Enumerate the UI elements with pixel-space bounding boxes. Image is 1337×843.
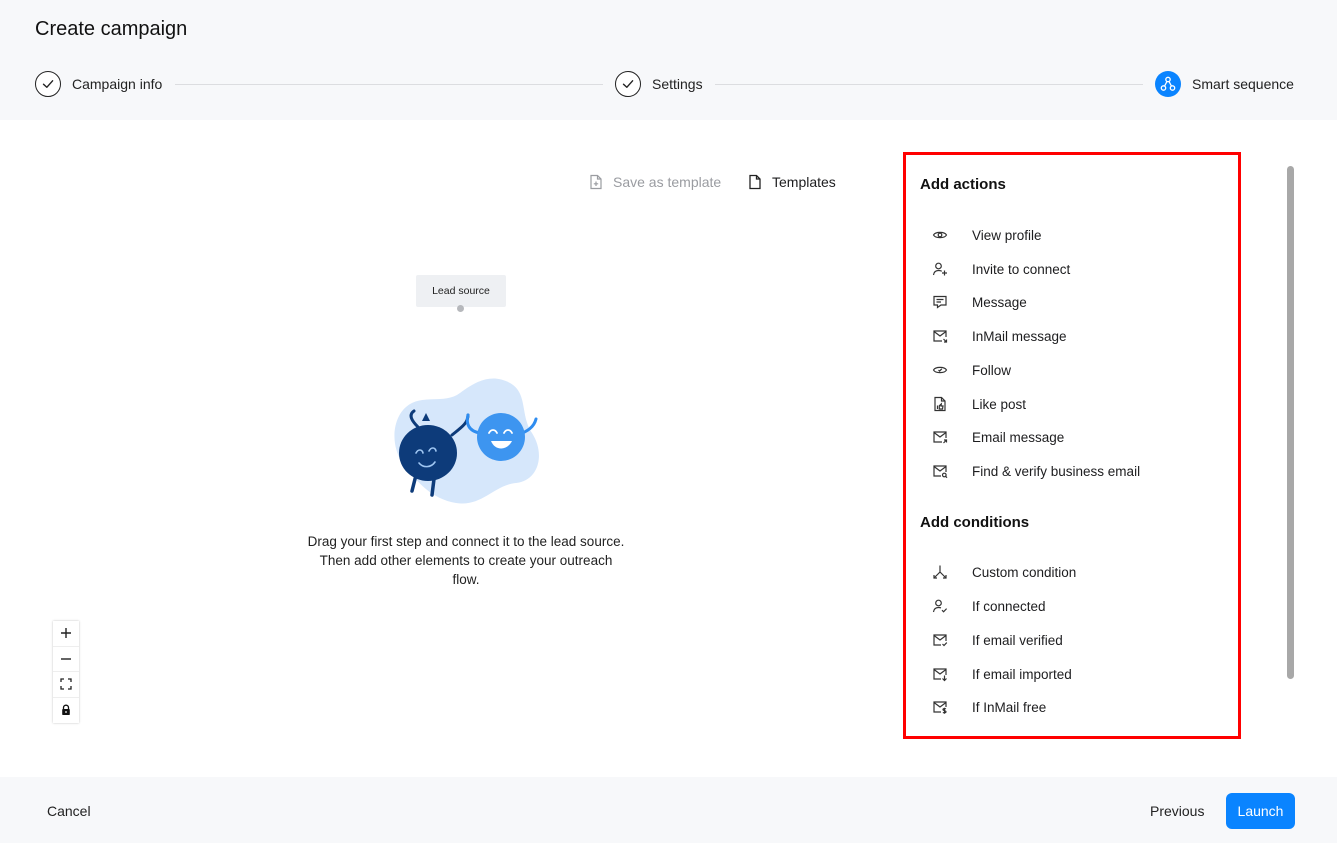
step-smart-sequence[interactable]: Smart sequence (1155, 71, 1294, 97)
action-label: Follow (972, 362, 1012, 378)
action-label: Message (972, 294, 1027, 310)
action-follow[interactable]: Follow (931, 360, 1011, 380)
empty-state-illustration (388, 375, 548, 510)
empty-state-message: Drag your first step and connect it to t… (307, 534, 625, 587)
action-view-profile[interactable]: View profile (931, 225, 1042, 245)
zoom-out-button[interactable] (53, 646, 79, 672)
actions-panel: Add actions View profile Invite to conne… (903, 152, 1241, 739)
condition-label: If connected (972, 598, 1046, 614)
templates-button[interactable]: Templates (748, 174, 836, 190)
action-label: InMail message (972, 328, 1067, 344)
email-check-icon (931, 631, 949, 649)
previous-button[interactable]: Previous (1150, 803, 1204, 819)
templates-label: Templates (772, 174, 836, 190)
check-icon (35, 71, 61, 97)
lead-source-node[interactable]: Lead source (416, 275, 506, 307)
action-label: Invite to connect (972, 261, 1071, 277)
cancel-button[interactable]: Cancel (47, 803, 91, 819)
action-label: Email message (972, 429, 1065, 445)
message-icon (931, 293, 949, 311)
condition-label: If email imported (972, 666, 1072, 682)
user-check-icon (931, 597, 949, 615)
minus-icon (61, 658, 71, 660)
step-connector (715, 84, 1143, 85)
plus-icon (61, 628, 71, 639)
launch-button[interactable]: Launch (1226, 793, 1295, 829)
action-invite-to-connect[interactable]: Invite to connect (931, 259, 1070, 279)
email-import-icon (931, 665, 949, 683)
action-like-post[interactable]: Like post (931, 394, 1026, 414)
add-conditions-heading: Add conditions (920, 514, 1030, 531)
header: Create campaign Campaign info Settings S (0, 0, 1337, 120)
email-verify-icon (931, 462, 949, 480)
lock-icon (62, 704, 70, 716)
condition-if-connected[interactable]: If connected (931, 596, 1046, 616)
fullscreen-icon (60, 678, 72, 690)
user-plus-icon (931, 260, 949, 278)
page-title: Create campaign (35, 18, 188, 40)
file-plus-icon (590, 174, 602, 190)
action-email-message[interactable]: Email message (931, 427, 1064, 447)
action-label: Find & verify business email (972, 463, 1141, 479)
panel-scrollbar[interactable] (1287, 166, 1294, 679)
eye-icon (931, 226, 949, 244)
condition-label: If email verified (972, 632, 1063, 648)
fit-view-button[interactable] (53, 672, 79, 698)
inmail-free-icon (931, 698, 949, 716)
step-label: Smart sequence (1192, 76, 1294, 92)
condition-label: Custom condition (972, 564, 1077, 580)
lock-button[interactable] (53, 697, 79, 723)
inmail-icon (931, 327, 949, 345)
step-connector (175, 84, 603, 85)
action-find-verify-email[interactable]: Find & verify business email (931, 461, 1140, 481)
like-icon (931, 395, 949, 413)
condition-if-email-imported[interactable]: If email imported (931, 664, 1072, 684)
condition-if-inmail-free[interactable]: If InMail free (931, 697, 1046, 717)
sequence-icon (1155, 71, 1181, 97)
check-icon (615, 71, 641, 97)
save-as-template-button[interactable]: Save as template (589, 174, 721, 190)
condition-label: If InMail free (972, 699, 1047, 715)
action-inmail-message[interactable]: InMail message (931, 326, 1067, 346)
step-settings[interactable]: Settings (615, 71, 703, 97)
branch-icon (931, 563, 949, 581)
follow-icon (931, 361, 949, 379)
action-label: View profile (972, 227, 1042, 243)
zoom-in-button[interactable] (53, 621, 79, 647)
email-icon (931, 428, 949, 446)
condition-if-email-verified[interactable]: If email verified (931, 630, 1063, 650)
action-label: Like post (972, 396, 1027, 412)
file-icon (749, 174, 761, 190)
save-as-template-label: Save as template (613, 174, 722, 190)
step-campaign-info[interactable]: Campaign info (35, 71, 162, 97)
step-label: Campaign info (72, 76, 163, 92)
add-actions-heading: Add actions (920, 176, 1006, 193)
step-label: Settings (652, 76, 703, 92)
footer: Cancel Previous Launch (0, 777, 1337, 843)
zoom-controls (53, 621, 79, 723)
condition-custom[interactable]: Custom condition (931, 562, 1076, 582)
lead-source-handle[interactable] (457, 305, 464, 312)
stepper: Campaign info Settings Smart sequence (35, 71, 1295, 97)
action-message[interactable]: Message (931, 292, 1027, 312)
